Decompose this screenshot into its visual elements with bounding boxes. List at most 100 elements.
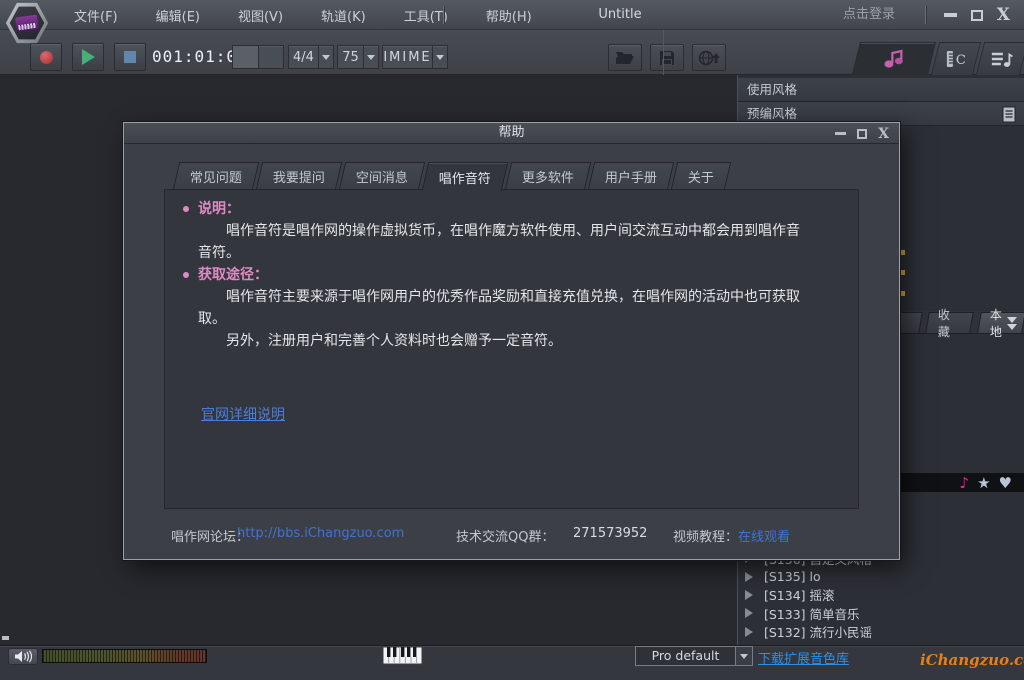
menubar: 文件(F) 编辑(E) 视图(V) 轨道(K) 工具(T) 帮助(H) (55, 0, 551, 30)
level-meter (42, 649, 207, 663)
chevron-down-icon (367, 55, 375, 60)
list-item[interactable]: [S135] lo (738, 567, 1024, 585)
dialog-maximize-button[interactable] (857, 129, 867, 139)
expand-triangle-icon[interactable] (745, 590, 753, 600)
brand-watermark: iChangzuo.com (920, 651, 1024, 669)
logo-hexagon (9, 6, 45, 40)
tab-changzuo-notes[interactable]: 唱作音符 (422, 162, 509, 191)
panel-tabs: C (853, 42, 1024, 75)
tab-faq[interactable]: 常见问题 (173, 162, 259, 190)
list-item[interactable]: [S132] 流行小民谣 (738, 623, 1024, 641)
maximize-button[interactable] (971, 10, 983, 21)
document-icon[interactable] (1002, 106, 1016, 123)
dialog-controls: X (835, 123, 889, 144)
minimize-button[interactable] (944, 13, 957, 17)
soundfont-value: Pro default (636, 647, 735, 665)
help-text: 说明： 唱作音符是唱作网的操作虚拟货币，在唱作魔方软件使用、用户间交流互动中都会… (165, 198, 858, 352)
soundfont-arrow[interactable] (735, 647, 752, 665)
menu-edit[interactable]: 编辑(E) (137, 6, 219, 25)
menu-view[interactable]: 视图(V) (219, 6, 302, 25)
forum-link[interactable]: http://bbs.iChangzuo.com (237, 526, 404, 541)
titlebar-separator (925, 6, 926, 24)
sidebar-header-use-style[interactable]: 使用风格 (738, 78, 1024, 102)
play-button[interactable] (72, 43, 104, 71)
record-button[interactable] (30, 43, 62, 71)
video-label: 视频教程： (673, 526, 738, 545)
dialog-tabs: 常见问题 我要提问 空间消息 唱作音符 更多软件 用户手册 关于 (176, 162, 731, 190)
input-mode-value: IMIME (383, 50, 432, 65)
list-item[interactable]: [S133] 简单音乐 (738, 604, 1024, 622)
dialog-minimize-button[interactable] (835, 132, 846, 135)
download-soundbank-link[interactable]: 下载扩展音色库 (758, 648, 849, 667)
dialog-titlebar[interactable]: 帮助 X (124, 123, 899, 144)
play-icon (82, 49, 95, 65)
open-file-button[interactable] (608, 44, 642, 71)
section-heading: 获取途径： (165, 264, 858, 286)
tab-user-manual[interactable]: 用户手册 (588, 162, 674, 190)
preset-style-label: 预编风格 (747, 106, 797, 121)
close-button[interactable]: X (997, 7, 1010, 24)
upload-button[interactable] (692, 44, 726, 71)
piano-keyboard-icon[interactable] (383, 646, 422, 665)
menu-file[interactable]: 文件(F) (55, 6, 137, 25)
tab-ask-question[interactable]: 我要提问 (256, 162, 342, 190)
bullet-icon (183, 206, 189, 212)
expand-triangle-icon[interactable] (745, 572, 753, 582)
soundfont-select[interactable]: Pro default (635, 646, 753, 666)
time-signature-select[interactable]: 4/4 (288, 45, 334, 69)
dialog-footer: 唱作网论坛： http://bbs.iChangzuo.com 技术交流QQ群：… (124, 520, 899, 550)
time-signature-value: 4/4 (289, 50, 318, 65)
tempo-select[interactable]: 75 (337, 45, 379, 69)
style-marker (900, 270, 905, 275)
input-mode-arrow[interactable] (432, 46, 447, 68)
tab-space-messages[interactable]: 空间消息 (339, 162, 425, 190)
qq-label: 技术交流QQ群： (456, 526, 554, 545)
chevron-down-icon (436, 55, 444, 60)
pattern-selector[interactable] (232, 45, 284, 69)
window-title: Untitle (560, 0, 680, 30)
upload-globe-icon (698, 50, 720, 66)
collapse-tabs-button[interactable] (1004, 314, 1020, 332)
help-dialog: 帮助 X 常见问题 我要提问 空间消息 唱作音符 更多软件 用户手册 关于 说明… (123, 122, 900, 560)
chevron-down-icon (740, 654, 748, 659)
menu-tools[interactable]: 工具(T) (385, 6, 467, 25)
speaker-icon (14, 650, 32, 663)
tab-style-notes[interactable] (852, 42, 936, 75)
tempo-value: 75 (338, 50, 363, 65)
stop-button[interactable] (114, 43, 146, 71)
input-mode-select[interactable]: IMIME (382, 45, 448, 69)
svg-text:C: C (956, 53, 966, 68)
qq-number: 271573952 (573, 526, 647, 541)
tab-about[interactable]: 关于 (671, 162, 731, 190)
piano-logo-icon (15, 14, 39, 32)
volume-button[interactable] (8, 648, 38, 665)
music-notes-icon (881, 49, 907, 69)
time-signature-arrow[interactable] (318, 46, 333, 68)
save-button[interactable] (650, 44, 684, 71)
chevron-down-icon (322, 55, 330, 60)
tab-chord[interactable]: C (931, 42, 981, 75)
tab-favorites[interactable]: 收藏 (925, 312, 974, 333)
help-line: 另外，注册用户和完善个人资料时也会赠予一定音符。 (165, 330, 858, 352)
heart-icon[interactable]: ♥ (999, 474, 1012, 492)
dialog-content-panel: 说明： 唱作音符是唱作网的操作虚拟货币，在唱作魔方软件使用、用户间交流互动中都会… (164, 189, 859, 509)
menubar-separator (443, 6, 444, 24)
note-icon[interactable]: ♪ (960, 474, 970, 492)
section-heading: 说明： (165, 198, 858, 220)
tab-more-software[interactable]: 更多软件 (505, 162, 591, 190)
expand-triangle-icon[interactable] (745, 627, 753, 637)
dialog-close-button[interactable]: X (878, 127, 889, 141)
official-site-link[interactable]: 官网详细说明 (201, 404, 285, 424)
style-list: [S136] 自定义风格 [S135] lo [S134] 摇滚 [S133] … (738, 549, 1024, 641)
tempo-arrow[interactable] (363, 46, 378, 68)
video-link[interactable]: 在线观看 (738, 526, 790, 545)
hscrollbar-thumb[interactable] (2, 636, 9, 640)
login-button[interactable]: 点击登录 (843, 0, 895, 30)
expand-triangle-icon[interactable] (745, 608, 753, 618)
menu-help[interactable]: 帮助(H) (467, 6, 551, 25)
titlebar: 文件(F) 编辑(E) 视图(V) 轨道(K) 工具(T) 帮助(H) Unti… (0, 0, 1024, 30)
tab-playlist[interactable] (976, 42, 1024, 75)
star-icon[interactable]: ★ (977, 474, 990, 492)
list-item[interactable]: [S134] 摇滚 (738, 586, 1024, 604)
menu-track[interactable]: 轨道(K) (302, 6, 385, 25)
